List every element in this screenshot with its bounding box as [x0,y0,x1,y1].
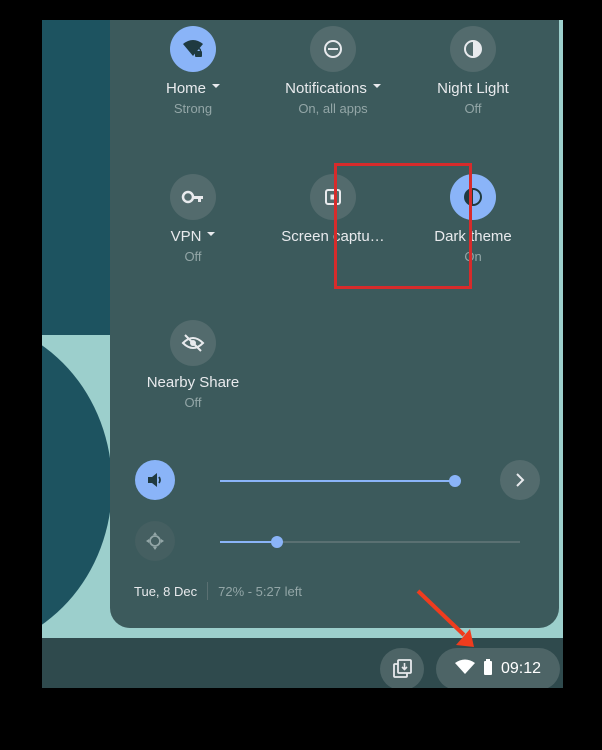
brightness-slider[interactable] [220,536,520,548]
volume-slider[interactable] [220,475,462,487]
battery-status[interactable]: 72% - 5:27 left [218,584,302,599]
vpn-key-icon[interactable] [170,174,216,220]
tile-status: On, all apps [298,101,368,116]
tile-label: Notifications [258,80,408,97]
status-footer: Tue, 8 Dec 72% - 5:27 left [134,582,302,600]
brightness-icon[interactable] [135,521,175,561]
night-light-icon[interactable] [450,26,496,72]
highlight-box [334,163,472,289]
desktop: Home Strong Notifications On, all apps N… [42,20,563,688]
tile-label: Home [118,80,268,97]
tile-status: Off [184,395,202,410]
caret-down-icon [207,232,216,237]
divider [207,582,209,600]
chevron-right-icon[interactable] [500,460,540,500]
volume-icon[interactable] [135,460,175,500]
tile-label: VPN [118,228,268,245]
nearby-share-off-icon[interactable] [170,320,216,366]
do-not-disturb-icon[interactable] [310,26,356,72]
tile-home-wifi[interactable]: Home Strong [118,26,268,116]
battery-icon [483,658,493,680]
caret-down-icon [372,84,381,89]
caret-down-icon [212,84,220,89]
tile-status: Off [464,101,482,116]
wifi-lock-icon[interactable] [170,26,216,72]
tile-night-light[interactable]: Night Light Off [398,26,548,116]
tile-nearby-share[interactable]: Nearby Share Off [118,320,268,410]
tile-label: Night Light [437,80,509,97]
brightness-slider-fill [220,541,277,543]
clock-time: 09:12 [500,660,542,677]
brightness-slider-thumb[interactable] [271,536,283,548]
red-arrow-icon [416,589,474,647]
tile-notifications[interactable]: Notifications On, all apps [258,26,408,116]
volume-slider-thumb[interactable] [449,475,462,487]
wifi-icon [454,659,475,680]
volume-slider-fill [220,480,456,482]
date-label[interactable]: Tue, 8 Dec [134,584,197,599]
wallpaper-arc-shape [42,320,112,650]
tile-status: Strong [173,101,213,116]
tile-status: Off [184,249,202,264]
tile-label: Nearby Share [146,374,240,391]
quick-settings-panel: Home Strong Notifications On, all apps N… [110,20,559,628]
tile-vpn[interactable]: VPN Off [118,174,268,264]
